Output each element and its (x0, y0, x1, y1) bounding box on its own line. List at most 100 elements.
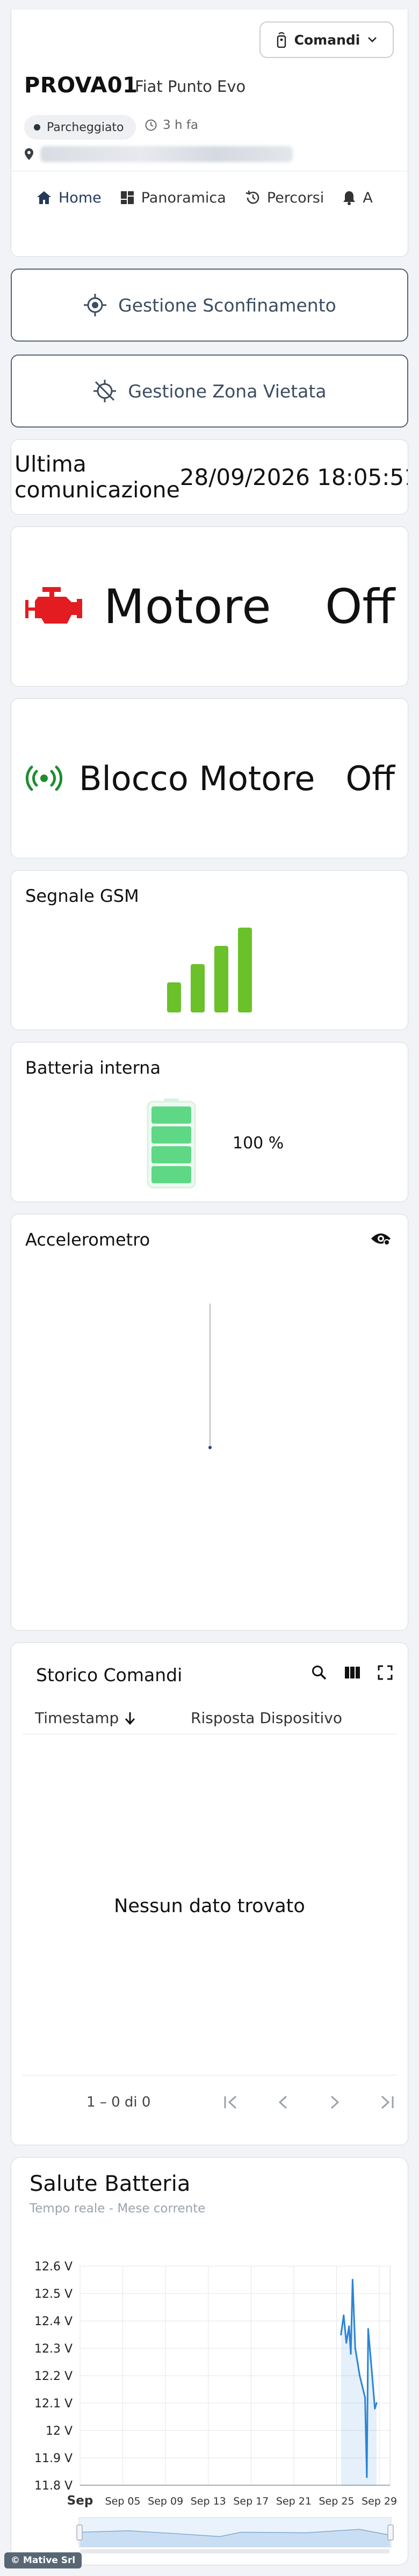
navigator-handle-left (76, 2524, 83, 2541)
data-point (366, 2476, 368, 2478)
commands-label: Comandi (294, 32, 360, 48)
address-redacted (40, 146, 293, 162)
battery-title: Batteria interna (25, 1058, 161, 1078)
nav-tabs: Home Panoramica Percorsi A (11, 176, 408, 219)
accelerometer-plot (208, 1304, 212, 1449)
eye-settings-icon[interactable] (370, 1231, 392, 1247)
clock-icon (145, 119, 157, 131)
accelerometer-title: Accelerometro (25, 1229, 150, 1250)
x-tick-label: Sep 21 (276, 2495, 312, 2507)
pagination-count: 1 – 0 di 0 (86, 2094, 151, 2110)
tab-alerts-label: A (363, 189, 373, 206)
search-icon[interactable] (311, 1665, 327, 1681)
battery-health-chart[interactable]: 12.6 V 12.5 V 12.4 V 12.3 V 12.2 V 12.1 V 12 V… (11, 2217, 408, 2560)
data-point (374, 2407, 376, 2409)
gsm-signal-bars-icon (167, 928, 252, 1012)
x-tick-label: Sep 17 (233, 2495, 269, 2507)
x-tick-label: Sep 29 (362, 2495, 397, 2507)
status-label: Parcheggiato (47, 120, 124, 134)
tab-percorsi-label: Percorsi (266, 189, 324, 206)
empty-state-message: Nessun dato trovato (114, 1895, 305, 1917)
column-risposta[interactable]: Risposta Dispositivo (191, 1709, 342, 1727)
data-point (340, 2333, 342, 2336)
x-tick-label: Sep 09 (148, 2495, 183, 2507)
battery-health-title: Salute Batteria (30, 2172, 191, 2196)
status-dot-icon (34, 124, 40, 131)
y-tick-label: 12.5 V (34, 2288, 73, 2301)
prev-page-icon[interactable] (272, 2094, 294, 2110)
y-tick-label: 12.4 V (34, 2315, 73, 2328)
remote-icon (277, 32, 286, 48)
commands-button[interactable]: Comandi (259, 21, 394, 58)
tab-panoramica[interactable]: Panoramica (120, 190, 226, 206)
table-header: Timestamp Risposta Dispositivo (22, 1702, 397, 1734)
chevron-down-icon (368, 37, 377, 42)
internal-battery-card: Batteria interna 100 % (11, 1042, 408, 1202)
data-point (364, 2397, 366, 2399)
navigator-scrollbar (80, 2549, 390, 2553)
data-point (371, 2375, 373, 2377)
history-icon (245, 190, 259, 204)
table-toolbar (311, 1665, 393, 1681)
arrow-down-icon (125, 1712, 135, 1725)
gestione-zona-vietata-label: Gestione Zona Vietata (128, 380, 327, 402)
last-communication-value: 28/09/2026 18:05:51 (179, 464, 408, 490)
data-point (351, 2278, 353, 2281)
gps-off-icon (93, 380, 117, 402)
home-icon (37, 191, 51, 204)
gestione-sconfinamento-label: Gestione Sconfinamento (118, 294, 336, 316)
last-page-icon[interactable] (375, 2094, 397, 2110)
gsm-title: Segnale GSM (25, 886, 139, 906)
accelerometer-card: Accelerometro (11, 1214, 408, 1631)
tab-home-label: Home (59, 189, 102, 206)
data-point (343, 2314, 345, 2317)
x-tick-label: Sep (67, 2494, 93, 2508)
engine-value: Off (325, 578, 395, 634)
x-tick-label: Sep 13 (191, 2495, 226, 2507)
tab-alerts[interactable]: A (342, 189, 373, 206)
battery-percent: 100 % (233, 1134, 284, 1153)
engine-block-card: Blocco Motore Off (11, 698, 408, 858)
data-point (354, 2347, 356, 2349)
last-seen: 3 h fa (145, 118, 198, 132)
x-tick-label: Sep 25 (319, 2495, 355, 2507)
engine-block-label: Blocco Motore (79, 758, 315, 798)
tab-panoramica-label: Panoramica (141, 189, 226, 206)
data-point (345, 2342, 348, 2344)
vehicle-model: Fiat Punto Evo (135, 77, 246, 96)
gestione-zona-vietata-button[interactable]: Gestione Zona Vietata (11, 354, 408, 428)
columns-icon[interactable] (344, 1666, 360, 1680)
data-point (359, 2375, 361, 2377)
status-badge: Parcheggiato (24, 115, 136, 140)
battery-health-subtitle: Tempo reale - Mese corrente (30, 2202, 206, 2216)
y-tick-label: 11.8 V (34, 2479, 73, 2493)
next-page-icon[interactable] (324, 2094, 345, 2110)
y-tick-label: 11.9 V (34, 2452, 73, 2465)
command-history-card: Storico Comandi Timestamp Risposta Dispo… (11, 1642, 408, 2145)
column-timestamp[interactable]: Timestamp (35, 1709, 191, 1727)
engine-label: Motore (104, 578, 272, 634)
gps-target-icon (84, 294, 107, 316)
first-page-icon[interactable] (221, 2094, 242, 2110)
engine-status-card: Motore Off (11, 526, 408, 686)
last-seen-label: 3 h fa (163, 118, 199, 132)
column-timestamp-label: Timestamp (35, 1709, 119, 1727)
battery-icon (147, 1098, 196, 1189)
vehicle-address (24, 146, 293, 162)
data-point (348, 2325, 350, 2327)
fullscreen-icon[interactable] (378, 1665, 393, 1680)
y-tick-label: 12.2 V (34, 2370, 73, 2383)
pagination: 1 – 0 di 0 (22, 2075, 397, 2129)
gestione-sconfinamento-button[interactable]: Gestione Sconfinamento (11, 269, 408, 342)
last-communication-card: Ultima comunicazione 28/09/2026 18:05:51 (11, 439, 408, 515)
y-tick-label: 12.6 V (34, 2260, 73, 2274)
tab-home[interactable]: Home (36, 190, 102, 206)
copyright-badge: © Mative Srl (4, 2552, 82, 2568)
tab-percorsi[interactable]: Percorsi (244, 190, 324, 206)
navigator-handle-right (387, 2524, 394, 2541)
wireless-signal-icon (25, 765, 63, 791)
y-tick-label: 12 V (46, 2425, 73, 2438)
x-tick-label: Sep 05 (105, 2495, 141, 2507)
data-point (375, 2402, 378, 2404)
data-point (367, 2328, 369, 2330)
